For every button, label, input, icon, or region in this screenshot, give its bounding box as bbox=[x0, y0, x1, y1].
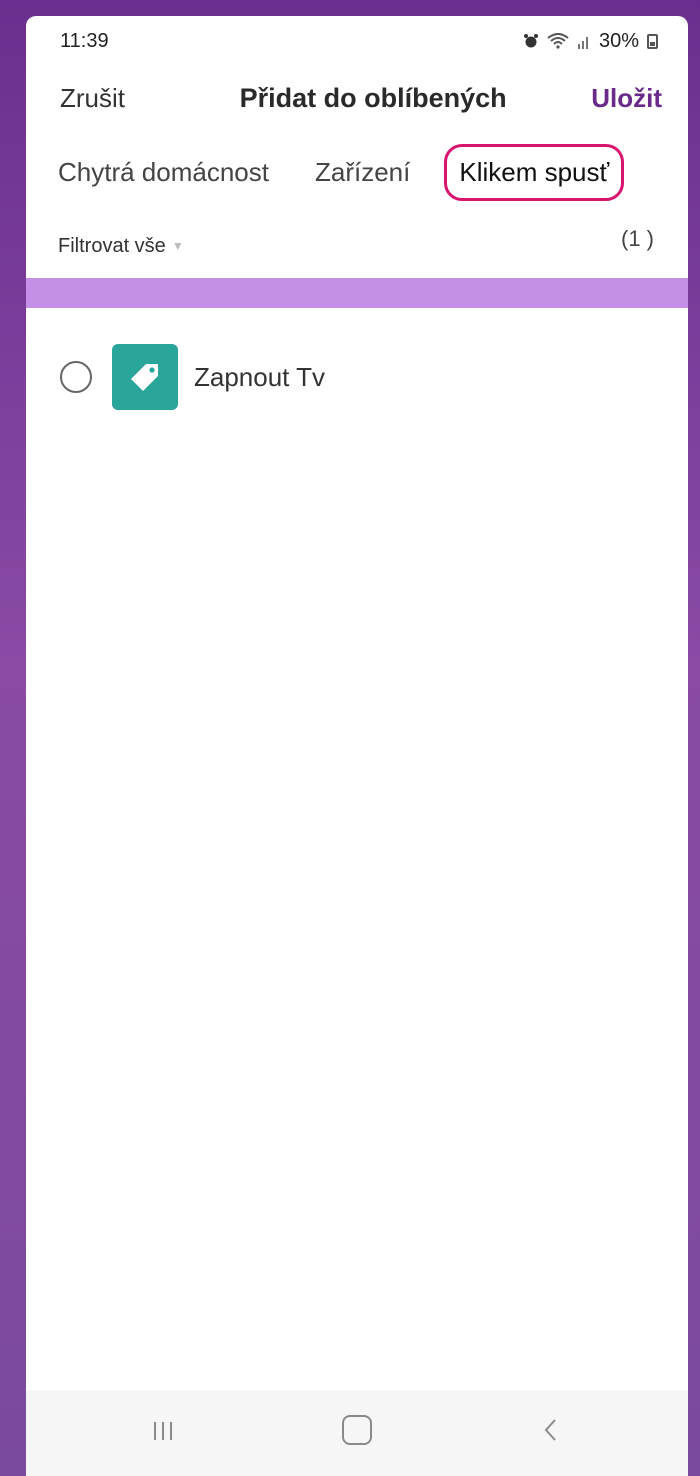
scene-list: Zapnout Tv bbox=[26, 308, 688, 410]
category-tabs: Chytrá domácnost Zařízení Klikem spusť bbox=[26, 130, 688, 214]
status-time: 11:39 bbox=[60, 29, 109, 52]
list-item-label: Zapnout Tv bbox=[194, 361, 326, 392]
tab-devices[interactable]: Zařízení bbox=[315, 157, 410, 188]
signal-icon bbox=[577, 37, 588, 49]
scene-icon-tile bbox=[112, 344, 178, 410]
radio-button[interactable] bbox=[60, 361, 92, 393]
battery-icon bbox=[647, 33, 658, 49]
tab-smart-home[interactable]: Chytrá domácnost bbox=[58, 157, 269, 188]
status-icons: 30% bbox=[523, 30, 658, 53]
alarm-icon bbox=[523, 34, 538, 48]
back-icon[interactable] bbox=[521, 1417, 581, 1450]
status-bar: 11:39 30% bbox=[26, 16, 688, 66]
filter-row: Filtrovat vše ▼ (1 ) bbox=[26, 214, 688, 278]
top-app-bar: Zrušit Přidat do oblíbených Uložit bbox=[26, 66, 688, 130]
battery-percent: 30% bbox=[598, 29, 639, 52]
wifi-icon bbox=[547, 33, 569, 49]
home-icon[interactable] bbox=[327, 1414, 387, 1452]
save-button[interactable]: Uložit bbox=[591, 83, 662, 114]
filter-dropdown[interactable]: Filtrovat vše ▼ bbox=[58, 235, 184, 258]
chevron-down-icon: ▼ bbox=[171, 239, 184, 253]
section-divider-bar bbox=[26, 278, 688, 308]
tag-icon bbox=[131, 364, 158, 391]
page-title: Přidat do oblíbených bbox=[239, 82, 507, 113]
cancel-button[interactable]: Zrušit bbox=[60, 83, 125, 114]
system-nav-bar bbox=[26, 1390, 688, 1476]
phone-screen: 11:39 30% Zrušit Přidat do oblíbených Ul… bbox=[26, 16, 688, 1476]
item-count: (1 ) bbox=[621, 226, 654, 251]
list-item[interactable]: Zapnout Tv bbox=[26, 344, 688, 410]
filter-label: Filtrovat vše bbox=[58, 234, 166, 257]
recent-apps-icon[interactable] bbox=[133, 1417, 193, 1449]
tab-one-click[interactable]: Klikem spusť bbox=[444, 143, 625, 201]
